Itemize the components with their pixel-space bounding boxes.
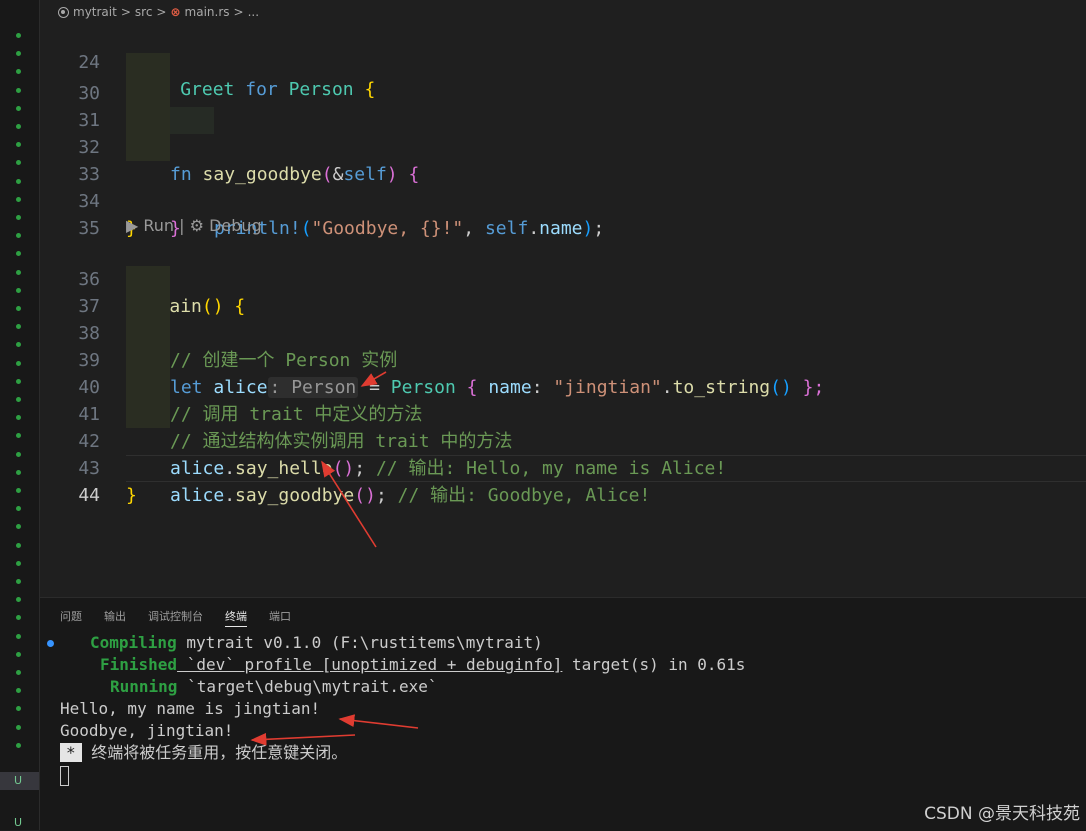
- modified-line-marker-icon: [16, 324, 21, 329]
- code-line-current[interactable]: 44: [40, 455, 1086, 506]
- terminal-line: Compiling mytrait v0.1.0 (F:\rustitems\m…: [90, 633, 543, 652]
- modified-line-marker-icon: [16, 124, 21, 129]
- tab-ports[interactable]: 端口: [269, 608, 291, 627]
- modified-line-marker-icon: [16, 670, 21, 675]
- untracked-marker: U: [14, 816, 23, 829]
- line-number: 35: [78, 218, 100, 239]
- breadcrumb-more[interactable]: ...: [248, 5, 259, 19]
- terminal-line: Running `target\debug\mytrait.exe`: [110, 677, 438, 696]
- folder-icon: [58, 6, 69, 18]
- tab-terminal[interactable]: 终端: [225, 608, 247, 627]
- modified-line-marker-icon: [16, 270, 21, 275]
- code-line: 41 alice.say_hello(); // 输出: Hello, my n…: [40, 374, 1086, 479]
- modified-line-marker-icon: [16, 524, 21, 529]
- terminal-cursor[interactable]: [60, 764, 69, 786]
- modified-line-marker-icon: [16, 51, 21, 56]
- source-control-gutter: U U: [0, 0, 40, 830]
- modified-line-marker-icon: [16, 615, 21, 620]
- code-line: 40 // 通过结构体实例调用 trait 中的方法: [40, 347, 1086, 452]
- chevron-right-icon: >: [120, 5, 131, 19]
- bottom-panel: 问题 输出 调试控制台 终端 端口 Compiling mytrait v0.1…: [40, 597, 1086, 831]
- breadcrumb-folder[interactable]: src: [135, 5, 153, 19]
- line-number: 44: [78, 485, 100, 506]
- modified-line-marker-icon: [16, 306, 21, 311]
- terminal-line: * 终端将被任务重用，按任意键关闭。: [60, 742, 347, 764]
- modified-line-marker-icon: [16, 288, 21, 293]
- modified-line-marker-icon: [16, 342, 21, 347]
- code-line: 42 alice.say_goodbye(); // 输出: Goodbye, …: [40, 401, 1086, 506]
- untracked-marker: U: [0, 772, 39, 790]
- modified-line-marker-icon: [16, 743, 21, 748]
- code-line: 38 let alice: Person = Person { name: "j…: [40, 293, 1086, 398]
- modified-line-marker-icon: [16, 397, 21, 402]
- modified-line-marker-icon: [16, 597, 21, 602]
- modified-line-marker-icon: [16, 452, 21, 457]
- modified-line-marker-icon: [16, 415, 21, 420]
- modified-line-marker-icon: [16, 215, 21, 220]
- modified-line-marker-icon: [16, 579, 21, 584]
- modified-line-marker-icon: [16, 725, 21, 730]
- terminal-output-goodbye: Goodbye, jingtian!: [60, 721, 234, 740]
- modified-line-marker-icon: [16, 233, 21, 238]
- modified-line-marker-icon: [16, 561, 21, 566]
- modified-line-marker-icon: [16, 688, 21, 693]
- modified-line-marker-icon: [16, 470, 21, 475]
- modified-line-marker-icon: [16, 33, 21, 38]
- modified-line-marker-icon: [16, 142, 21, 147]
- modified-line-marker-icon: [16, 251, 21, 256]
- code-line: 37 // 创建一个 Person 实例: [40, 266, 1086, 371]
- modified-line-marker-icon: [16, 361, 21, 366]
- tab-output[interactable]: 输出: [104, 608, 126, 627]
- chevron-right-icon: >: [156, 5, 167, 19]
- modified-line-marker-icon: [16, 379, 21, 384]
- modified-line-marker-icon: [16, 88, 21, 93]
- tab-problems[interactable]: 问题: [60, 608, 82, 627]
- modified-line-marker-icon: [16, 543, 21, 548]
- breadcrumb-file[interactable]: main.rs: [185, 5, 230, 19]
- modified-line-marker-icon: [16, 488, 21, 493]
- terminal-output-hello: Hello, my name is jingtian!: [60, 699, 321, 718]
- chevron-right-icon: >: [233, 5, 244, 19]
- modified-line-marker-icon: [16, 179, 21, 184]
- terminal-line: Finished `dev` profile [unoptimized + de…: [100, 655, 746, 674]
- tab-debug-console[interactable]: 调试控制台: [148, 608, 203, 627]
- code-line: 43 }: [40, 428, 1086, 506]
- modified-line-marker-icon: [16, 160, 21, 165]
- terminal-status-dot-icon: [47, 640, 54, 647]
- breadcrumb: mytrait > src > ⊗ main.rs > ...: [58, 3, 259, 21]
- modified-line-marker-icon: [16, 706, 21, 711]
- watermark: CSDN @景天科技苑: [924, 804, 1080, 824]
- code-line: 39 // 调用 trait 中定义的方法: [40, 320, 1086, 425]
- panel-tabs: 问题 输出 调试控制台 终端 端口: [60, 608, 291, 627]
- modified-line-marker-icon: [16, 69, 21, 74]
- code-line: 31 fn say_goodbye(&self) {: [40, 80, 1086, 185]
- modified-line-marker-icon: [16, 634, 21, 639]
- code-line: 30: [40, 53, 1086, 104]
- modified-line-marker-icon: [16, 506, 21, 511]
- code-line: 33 }: [40, 134, 1086, 239]
- modified-line-marker-icon: [16, 197, 21, 202]
- run-debug-codelens[interactable]: ▶ Run | ⚙ Debug: [126, 216, 262, 235]
- code-editor[interactable]: mytrait > src > ⊗ main.rs > ... 24 impl …: [40, 0, 1086, 597]
- breadcrumb-project[interactable]: mytrait: [73, 5, 117, 19]
- code-line: 34 }: [40, 161, 1086, 239]
- rust-file-icon: ⊗: [170, 5, 181, 19]
- modified-line-marker-icon: [16, 433, 21, 438]
- modified-line-marker-icon: [16, 106, 21, 111]
- modified-line-marker-icon: [16, 652, 21, 657]
- task-star-badge: *: [60, 743, 82, 762]
- code-line: 35: [40, 188, 1086, 239]
- code-line: 36 fn main() {: [40, 239, 1086, 317]
- code-line: 24 impl Greet for Person {: [40, 22, 1086, 100]
- code-line: 32 println!("Goodbye, {}!", self.name);: [40, 107, 1086, 239]
